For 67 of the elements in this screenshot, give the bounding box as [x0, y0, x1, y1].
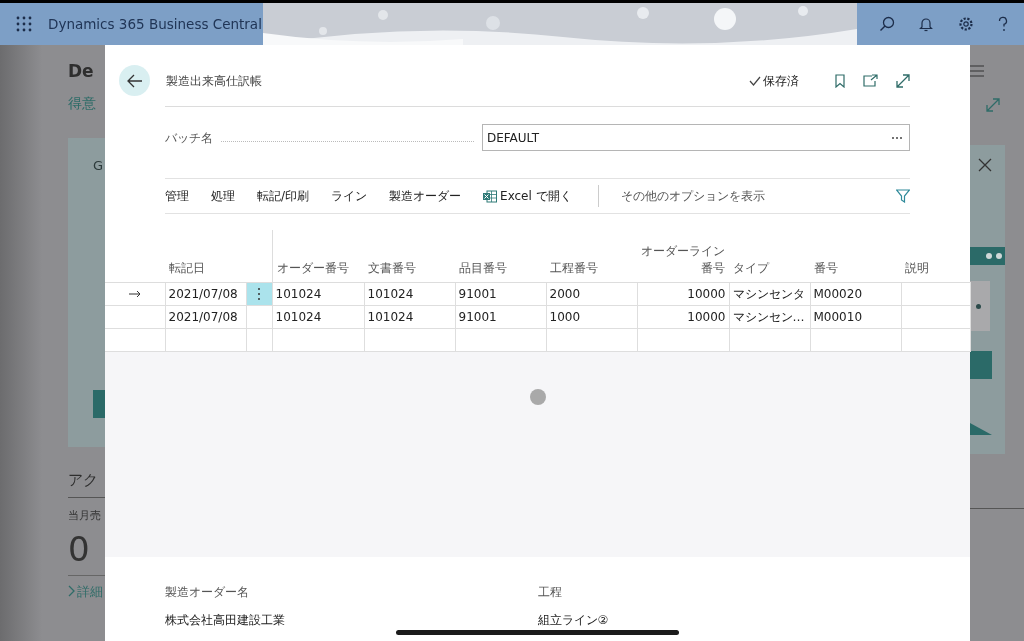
column-header[interactable]: 説明	[905, 259, 966, 277]
checkmark-icon	[749, 75, 761, 86]
field-label: バッチ名	[165, 129, 213, 147]
column-header[interactable]: タイプ	[733, 259, 806, 277]
bell-icon[interactable]	[919, 16, 934, 32]
detail-value: 組立ライン②	[537, 612, 610, 629]
back-button[interactable]	[119, 65, 150, 96]
bookmark-icon[interactable]	[835, 73, 845, 88]
table-cell: M00010	[813, 309, 863, 324]
spreadsheet-icon	[483, 189, 498, 203]
batch-field[interactable]: DEFAULT	[482, 124, 910, 151]
kpi-label: 当月売	[68, 508, 102, 524]
column-header[interactable]: 工程番号	[550, 259, 633, 277]
table-cell: 101024	[275, 309, 322, 324]
dialog-title: 製造出来高仕訳帳	[166, 72, 262, 90]
chevron-icon	[68, 585, 75, 598]
column-header[interactable]: 品目番号	[459, 259, 542, 277]
action-menu[interactable]: 管理	[165, 187, 201, 205]
more-options-button[interactable]: その他のオプションを表示	[620, 187, 777, 205]
detail-label: 工程	[537, 584, 563, 601]
table-cell: 101024	[367, 286, 414, 301]
table-cell: 91001	[458, 309, 497, 324]
detail-value: 株式会社高田建設工業	[165, 612, 286, 629]
column-header[interactable]: 文書番号	[368, 259, 451, 277]
action-menu[interactable]: 処理	[211, 187, 247, 205]
close-icon[interactable]	[978, 158, 992, 172]
column-header[interactable]: オーダーライン番号	[641, 242, 725, 277]
action-menu[interactable]: 転記/印刷	[257, 187, 322, 205]
excel-button[interactable]: Excel で開く	[483, 187, 584, 205]
table-cell: マシンセン…	[732, 309, 805, 324]
card-pager	[970, 247, 1005, 265]
action-menu[interactable]: ライン	[331, 187, 380, 205]
open-in-new-icon[interactable]	[863, 74, 878, 87]
row-menu-icon[interactable]	[257, 286, 261, 301]
table-cell: 10000	[687, 309, 726, 324]
table-cell: マシンセンタ	[732, 286, 805, 301]
column-header[interactable]: オーダー番号	[276, 259, 360, 277]
search-icon[interactable]	[879, 16, 896, 32]
card-text: G	[93, 156, 105, 175]
app-title: Dynamics 365 Business Central	[48, 14, 262, 34]
table-cell: 1000	[549, 309, 581, 324]
app-launcher-icon[interactable]	[16, 16, 32, 32]
page-heading: De	[68, 60, 95, 83]
column-header[interactable]: 転記日	[169, 259, 242, 277]
kpi-value: 0	[68, 528, 91, 569]
expand-icon[interactable]	[896, 73, 910, 88]
table-cell: 2021/07/08	[168, 309, 238, 324]
action-menu[interactable]: 製造オーダー	[389, 187, 474, 205]
save-status: 保存済	[763, 72, 799, 90]
mini-card	[970, 281, 990, 331]
loading-icon	[529, 388, 546, 405]
table-cell: 101024	[275, 286, 322, 301]
table-cell: 10000	[687, 286, 726, 301]
back-icon[interactable]	[126, 73, 143, 88]
triangle-icon	[970, 423, 992, 435]
settings-icon[interactable]	[957, 16, 974, 32]
column-header[interactable]: 番号	[814, 259, 897, 277]
help-icon[interactable]	[997, 16, 1008, 32]
table-cell: M00020	[813, 286, 863, 301]
ellipsis-icon[interactable]	[891, 135, 903, 140]
table-cell: 2021/07/08	[168, 286, 238, 301]
table-cell: 2000	[549, 286, 581, 301]
filter-icon[interactable]	[896, 189, 910, 203]
detail-label: 製造オーダー名	[165, 584, 250, 601]
section-title: アク	[68, 469, 99, 491]
table-cell: 101024	[367, 309, 414, 324]
table-cell: 91001	[458, 286, 497, 301]
